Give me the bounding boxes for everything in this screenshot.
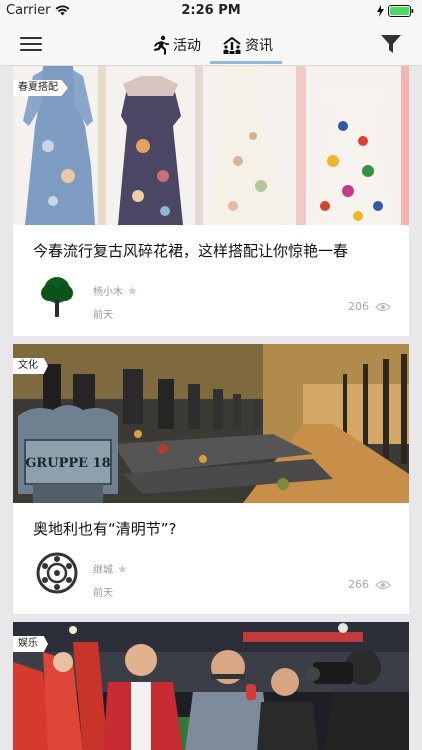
sports-interview-image: 娱乐: [13, 622, 409, 750]
news-card[interactable]: 春夏搭配 今春流行复古风碎花裙，这样搭配让你惊艳一春 杨小木 ★ 前天 206: [13, 66, 409, 336]
eye-icon: [375, 580, 391, 589]
article-title[interactable]: 今春流行复古风碎花裙，这样搭配让你惊艳一春: [33, 240, 348, 261]
tab-activity[interactable]: 活动: [150, 30, 201, 60]
author-info: 继城 ★: [93, 561, 128, 577]
publish-date: 前天: [93, 310, 113, 321]
author-name: 继城: [93, 565, 113, 576]
battery-icon: [388, 5, 414, 17]
star-icon[interactable]: ★: [127, 284, 138, 298]
news-card[interactable]: GRUPPE 18 文化 奥地利也有“清明节”? 继城 ★ 前天 266: [13, 344, 409, 614]
tab-news-label: 资讯: [245, 38, 273, 54]
tab-news[interactable]: 资讯: [222, 30, 273, 60]
article-title[interactable]: 奥地利也有“清明节”?: [33, 518, 177, 539]
category-tag: 文化: [13, 358, 48, 374]
menu-button[interactable]: [20, 34, 42, 54]
floral-dresses-image: 春夏搭配: [13, 66, 409, 225]
eye-icon: [375, 302, 391, 311]
menu-icon: [20, 37, 42, 51]
category-tag: 娱乐: [13, 636, 48, 652]
author-info: 杨小木 ★: [93, 283, 138, 299]
author-avatar[interactable]: [35, 551, 79, 595]
news-feed[interactable]: 春夏搭配 今春流行复古风碎花裙，这样搭配让你惊艳一春 杨小木 ★ 前天 206: [0, 66, 422, 750]
view-count-value: 266: [348, 578, 369, 591]
category-tag: 春夏搭配: [13, 80, 68, 96]
author-avatar[interactable]: [35, 273, 79, 317]
view-count: 266: [348, 578, 391, 591]
cemetery-image: GRUPPE 18 文化: [13, 344, 409, 503]
author-name: 杨小木: [93, 287, 123, 298]
filter-button[interactable]: [380, 33, 402, 55]
publish-date: 前天: [93, 588, 113, 599]
status-time: 2:26 PM: [181, 3, 241, 18]
nav-bar: 活动 资讯: [0, 22, 422, 66]
info-people-icon: [223, 36, 241, 54]
charging-icon: [377, 5, 384, 17]
active-tab-indicator: [210, 61, 282, 64]
view-count-value: 206: [348, 300, 369, 313]
status-bar: Carrier 2:26 PM: [0, 0, 422, 22]
view-count: 206: [348, 300, 391, 313]
star-icon[interactable]: ★: [117, 562, 128, 576]
filter-icon: [381, 35, 401, 53]
news-card[interactable]: 娱乐: [13, 622, 409, 750]
running-person-icon: [154, 35, 169, 55]
tab-activity-label: 活动: [173, 38, 201, 54]
sign-text: GRUPPE 18: [25, 456, 110, 471]
